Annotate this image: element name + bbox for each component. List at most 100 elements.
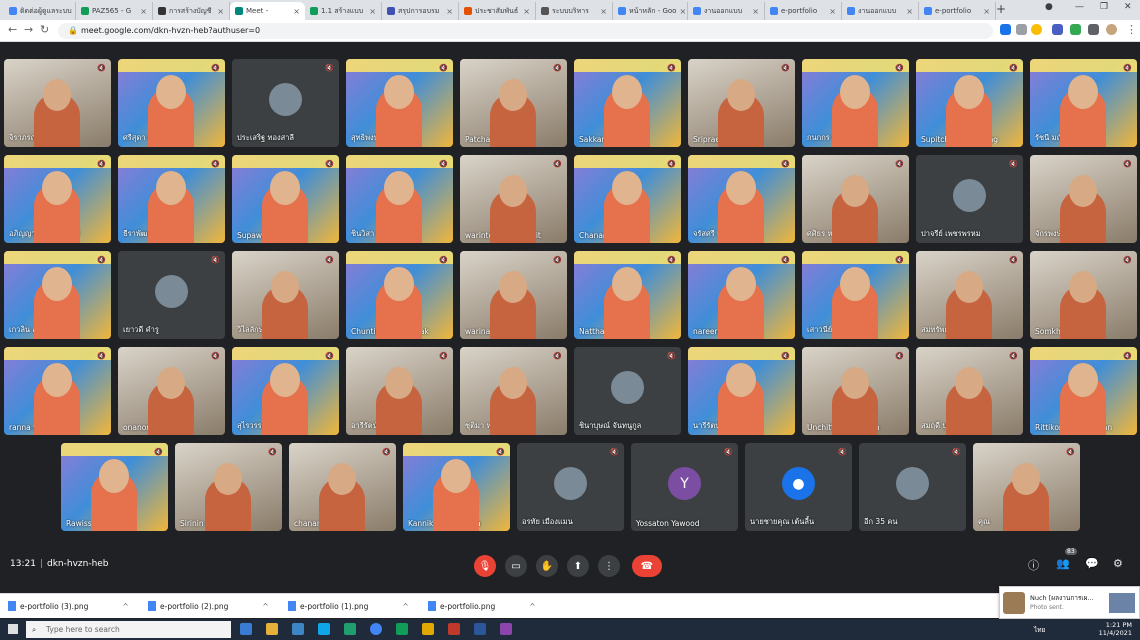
browser-tab[interactable]: ติดต่อผู้ดูแลระบบ× [4, 2, 76, 20]
present-button[interactable]: ⬆ [567, 555, 589, 577]
taskbar-search-input[interactable]: ⌕ Type here to search [26, 621, 231, 638]
participant-tile[interactable]: 🔇 Chuntima chuaipitak [346, 251, 453, 339]
participant-tile[interactable]: 🔇 ชินวิสา พึ่งแย้ม [346, 155, 453, 243]
download-item[interactable]: e-portfolio (3).png ^ [8, 601, 129, 611]
chevron-up-icon[interactable]: ^ [402, 602, 408, 611]
participant-tile[interactable]: 🔇 onanong saelim [118, 347, 225, 435]
puzzle-icon[interactable] [1088, 24, 1099, 35]
participant-tile[interactable]: 🔇 ชุติมา หมัดหลำ [460, 347, 567, 435]
participant-tile[interactable]: Y 🔇 Yossaton Yawood [631, 443, 738, 531]
leave-call-button[interactable]: ☎ [632, 555, 662, 577]
tab-close-icon[interactable]: × [140, 7, 147, 16]
tab-close-icon[interactable]: × [752, 7, 759, 16]
tab-close-icon[interactable]: × [217, 7, 224, 16]
tab-close-icon[interactable]: × [369, 7, 376, 16]
powerpoint-icon[interactable] [448, 623, 460, 635]
browser-tab[interactable]: e-portfolio × [919, 2, 996, 20]
store-icon[interactable] [292, 623, 304, 635]
participant-tile[interactable]: 🔇 ธีราพัฒน์ ใจสนอง [118, 155, 225, 243]
participant-tile[interactable]: 🔇 Kannika Naktongka [403, 443, 510, 531]
download-item[interactable]: e-portfolio (1).png ^ [288, 601, 409, 611]
participant-tile[interactable]: 🔇 Rawissara Sutti [61, 443, 168, 531]
browser-tab[interactable]: การสร้างบัญชี × [153, 2, 230, 20]
participant-tile[interactable]: 🔇 นารีรัตน์ อุไรสวัสดิ์ [688, 347, 795, 435]
participant-tile[interactable]: 🔇 nareerat praditsan [688, 251, 795, 339]
download-item[interactable]: e-portfolio (2).png ^ [148, 601, 269, 611]
participant-tile[interactable]: 🔇 จักรพงษ์ อุไรรัตน์ [1030, 155, 1137, 243]
browser-tab[interactable]: 1.1 สร้างแบบ × [305, 2, 382, 20]
participant-tile[interactable]: ● 🔇 นายชายคุณ เต้นลี้น [745, 443, 852, 531]
task-view-icon[interactable] [240, 623, 252, 635]
extension-icon[interactable] [1070, 24, 1081, 35]
chrome-icon[interactable] [370, 623, 382, 635]
tab-close-icon[interactable]: × [523, 7, 530, 16]
browser-tab[interactable]: e-portfolio × [765, 2, 842, 20]
extension-icon[interactable] [1052, 24, 1063, 35]
activities-icon[interactable]: ⚙ [1113, 557, 1123, 570]
participant-tile[interactable]: 🔇 จิราภรณ์ สุวรรณ [4, 59, 111, 147]
more-options-button[interactable]: ⋮ [598, 555, 620, 577]
maximize-icon[interactable]: ❐ [1100, 2, 1108, 12]
participant-tile[interactable]: 🔇 สมทรัพย์ หนูรักษ์ [916, 251, 1023, 339]
participant-tile[interactable]: 🔇 ปาจรีย์ เพชรพรหม [916, 155, 1023, 243]
participant-tile[interactable]: 🔇 Chananya unnwo [574, 155, 681, 243]
participant-tile[interactable]: 🔇 อีก 35 คน [859, 443, 966, 531]
participant-tile[interactable]: 🔇 ranna wichian [4, 347, 111, 435]
participant-tile[interactable]: 🔇 warinan Ongart [460, 251, 567, 339]
participant-tile[interactable]: 🔇 วิไลลักษณ์ ทิพย์ปาน [232, 251, 339, 339]
browser-tab[interactable]: หน้าหลัก - Goo × [613, 2, 688, 20]
browser-tab[interactable]: PAZ565 - G × [76, 2, 153, 20]
raise-hand-button[interactable]: ✋ [536, 555, 558, 577]
mic-off-button[interactable]: 🎙 [474, 555, 496, 577]
participant-tile[interactable]: 🔇 Sirinin Intharat [175, 443, 282, 531]
participant-tile[interactable]: 🔇 อารีรัตน์ พูลสวัสดิ์ [346, 347, 453, 435]
share-icon[interactable] [1016, 24, 1027, 35]
participant-tile[interactable]: 🔇 อภิญญา กิจสังเคราะห์ [4, 155, 111, 243]
participant-tile[interactable]: 🔇 Sriprae Wichaidit [688, 59, 795, 147]
participant-tile[interactable]: 🔇 Sakkarin Riadbon [574, 59, 681, 147]
word-icon[interactable] [474, 623, 486, 635]
download-item[interactable]: e-portfolio.png ^ [428, 601, 536, 611]
tab-close-icon[interactable]: × [679, 7, 686, 16]
tab-close-icon[interactable]: × [293, 7, 300, 16]
chevron-up-icon[interactable]: ^ [529, 602, 535, 611]
tab-close-icon[interactable]: × [983, 7, 990, 16]
browser-tab[interactable]: ประชาสัมพันธ์ × [459, 2, 536, 20]
url-input[interactable]: 🔒 meet.google.com/dkn-hvzn-heb?authuser=0 [58, 23, 993, 39]
participant-tile[interactable]: 🔇 จรัสศรี เพชรแก้ว [688, 155, 795, 243]
participant-tile[interactable]: 🔇 เสาวนีย์ จูแย้ [802, 251, 909, 339]
participant-tile[interactable]: 🔇 Patcharee Patthu [460, 59, 567, 147]
tab-close-icon[interactable]: × [600, 7, 607, 16]
reload-icon[interactable]: ↻ [40, 23, 49, 36]
participant-tile[interactable]: 🔇 Somkhuan Panmo [1030, 251, 1137, 339]
participant-tile[interactable]: 🔇 ประเสริฐ ทองสาลี [232, 59, 339, 147]
explorer-icon[interactable] [422, 623, 434, 635]
participant-tile[interactable]: 🔇 ชินาบุษณ์ จันทนูกูล [574, 347, 681, 435]
chat-icon[interactable]: 💬 [1085, 557, 1099, 570]
camera-button[interactable]: ▭ [505, 555, 527, 577]
participant-tile[interactable]: 🔇 ศศิธร หนูมณี [802, 155, 909, 243]
browser-tab[interactable]: Meet - × [230, 2, 305, 20]
browser-tab[interactable]: งานออกแบบ × [688, 2, 765, 20]
participant-tile[interactable]: 🔇 ศรีสุดา แสงใจดี [118, 59, 225, 147]
participant-tile[interactable]: 🔇 Unchittha Ngoenph [802, 347, 909, 435]
participant-tile[interactable]: 🔇 กนกกร พรหมรักษา [802, 59, 909, 147]
close-window-icon[interactable]: ✕ [1124, 2, 1132, 12]
participant-tile[interactable]: 🔇 สมฤดี บุญชู [916, 347, 1023, 435]
participant-tile[interactable]: 🔇 คุณ [973, 443, 1080, 531]
tab-close-icon[interactable]: × [829, 7, 836, 16]
input-language[interactable]: ไทย [1034, 625, 1045, 635]
tab-close-icon[interactable]: × [906, 7, 913, 16]
bookmark-star-icon[interactable] [1031, 24, 1042, 35]
menu-dots-icon[interactable]: ⋮ [1126, 23, 1137, 36]
people-icon[interactable]: 👥 [1056, 557, 1070, 570]
browser-tab[interactable]: ระบบบริหาร × [536, 2, 613, 20]
line-icon[interactable] [396, 623, 408, 635]
file-explorer-icon[interactable] [266, 623, 278, 635]
participant-tile[interactable]: 🔇 warinton jantarachit [460, 155, 567, 243]
tab-close-icon[interactable]: × [446, 7, 453, 16]
participant-tile[interactable]: 🔇 อรทัย เมืองแมน [517, 443, 624, 531]
participant-tile[interactable]: 🔇 เยาวดี คำรู [118, 251, 225, 339]
browser-tab[interactable]: สรุปการอบรม × [382, 2, 459, 20]
notification-toast[interactable]: Nuch [ผลงานการเผ... Photo sent. [999, 586, 1140, 619]
